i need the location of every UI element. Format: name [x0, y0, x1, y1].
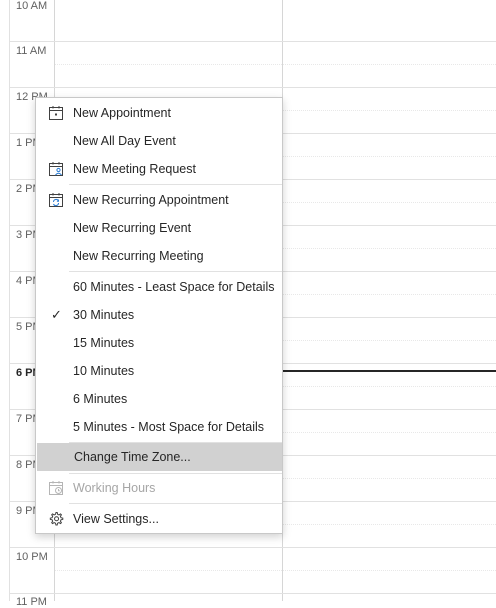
- hour-line: [10, 41, 496, 42]
- menu-item-6-minutes[interactable]: 6 Minutes: [36, 385, 282, 413]
- menu-item-5-minutes[interactable]: 5 Minutes - Most Space for Details: [36, 413, 282, 441]
- menu-item-label: New Recurring Meeting: [73, 249, 204, 263]
- menu-item-60-minutes[interactable]: 60 Minutes - Least Space for Details: [36, 273, 282, 301]
- menu-item-label: New Recurring Appointment: [73, 193, 229, 207]
- time-label-10pm: 10 PM: [16, 551, 48, 563]
- time-label-11am: 11 AM: [16, 45, 47, 57]
- menu-item-new-recurring-appointment[interactable]: New Recurring Appointment: [36, 186, 282, 214]
- hour-line: [10, 593, 496, 594]
- menu-item-label: 10 Minutes: [73, 364, 135, 378]
- gear-icon: [49, 512, 64, 526]
- menu-item-label: 6 Minutes: [73, 392, 128, 406]
- menu-item-new-recurring-meeting[interactable]: New Recurring Meeting: [36, 242, 282, 270]
- menu-item-15-minutes[interactable]: 15 Minutes: [36, 329, 282, 357]
- menu-item-label: 60 Minutes - Least Space for Details: [73, 280, 275, 294]
- menu-item-label: 5 Minutes - Most Space for Details: [73, 420, 265, 434]
- menu-item-label: Change Time Zone...: [74, 450, 191, 464]
- current-time-line: [283, 370, 496, 372]
- meeting-request-icon: [49, 162, 63, 176]
- working-hours-icon: [49, 481, 63, 495]
- menu-item-label: 30 Minutes: [73, 308, 135, 322]
- checkmark-icon: ✓: [51, 307, 62, 322]
- half-hour-line: [55, 64, 496, 65]
- menu-item-label: Working Hours: [73, 481, 156, 495]
- menu-item-label: View Settings...: [73, 512, 159, 526]
- calendar-context-menu: New Appointment New All Day Event New Me…: [35, 97, 283, 534]
- menu-separator: [69, 503, 282, 504]
- menu-item-new-all-day-event[interactable]: New All Day Event: [36, 127, 282, 155]
- menu-item-label: New Recurring Event: [73, 221, 192, 235]
- time-label-10am: 10 AM: [16, 0, 48, 12]
- menu-item-label: New Appointment: [73, 106, 171, 120]
- menu-separator: [69, 271, 282, 272]
- menu-item-label: 15 Minutes: [73, 336, 135, 350]
- menu-item-label: New Meeting Request: [73, 162, 196, 176]
- half-hour-line: [55, 570, 496, 571]
- hour-line: [10, 547, 496, 548]
- menu-item-new-appointment[interactable]: New Appointment: [36, 99, 282, 127]
- menu-item-new-meeting-request[interactable]: New Meeting Request: [36, 155, 282, 183]
- hour-line: [10, 87, 496, 88]
- calendar-appointment-icon: [49, 106, 63, 120]
- menu-item-view-settings[interactable]: View Settings...: [36, 505, 282, 533]
- recurring-appointment-icon: [49, 193, 63, 207]
- time-label-11pm: 11 PM: [16, 596, 47, 608]
- menu-item-30-minutes[interactable]: ✓ 30 Minutes: [36, 301, 282, 329]
- menu-item-working-hours[interactable]: Working Hours: [36, 474, 282, 502]
- menu-separator: [69, 184, 282, 185]
- menu-item-label: New All Day Event: [73, 134, 176, 148]
- menu-item-new-recurring-event[interactable]: New Recurring Event: [36, 214, 282, 242]
- menu-item-change-time-zone[interactable]: Change Time Zone...: [37, 443, 282, 471]
- menu-item-10-minutes[interactable]: 10 Minutes: [36, 357, 282, 385]
